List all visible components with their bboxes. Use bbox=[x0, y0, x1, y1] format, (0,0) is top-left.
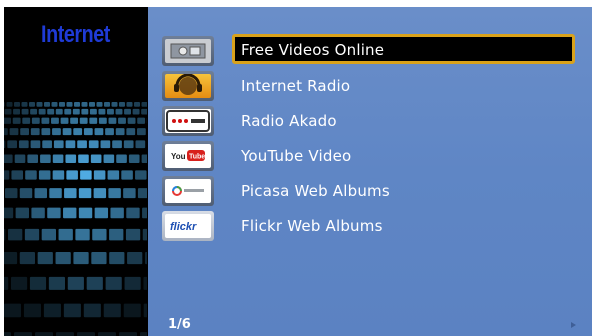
media-player-screen: Internet Free Videos Online Internet Rad… bbox=[4, 7, 592, 336]
menu-item-free-videos-online[interactable]: Free Videos Online bbox=[148, 34, 592, 68]
page-indicator: 1/6 bbox=[168, 317, 191, 332]
menu-item-youtube-video[interactable]: You Tube YouTube Video bbox=[148, 139, 592, 173]
scroll-right-icon bbox=[571, 322, 576, 328]
radio-akado-icon bbox=[162, 106, 214, 136]
svg-text:Tube: Tube bbox=[189, 154, 205, 161]
svg-text:flickr: flickr bbox=[170, 221, 197, 233]
menu-item-label: YouTube Video bbox=[241, 147, 352, 165]
menu-panel: Free Videos Online Internet Radio Radio … bbox=[148, 7, 592, 336]
tile-wall-graphic bbox=[4, 7, 147, 336]
free-videos-icon bbox=[162, 36, 214, 66]
left-panel: Internet bbox=[4, 7, 147, 336]
menu-item-label: Flickr Web Albums bbox=[241, 217, 383, 235]
menu-item-label: Free Videos Online bbox=[241, 41, 385, 59]
youtube-icon: You Tube bbox=[162, 141, 214, 171]
menu-item-picasa-web-albums[interactable]: Picasa Web Albums bbox=[148, 174, 592, 208]
menu-item-internet-radio[interactable]: Internet Radio bbox=[148, 69, 592, 103]
flickr-icon: flickr bbox=[162, 211, 214, 241]
menu-item-label: Internet Radio bbox=[241, 77, 351, 95]
menu-item-flickr-web-albums[interactable]: flickr Flickr Web Albums bbox=[148, 209, 592, 243]
menu-item-label: Radio Akado bbox=[241, 112, 337, 130]
section-title: Internet bbox=[41, 21, 110, 48]
menu-item-label: Picasa Web Albums bbox=[241, 182, 390, 200]
svg-text:You: You bbox=[171, 152, 186, 161]
internet-radio-icon bbox=[162, 71, 214, 101]
menu-item-radio-akado[interactable]: Radio Akado bbox=[148, 104, 592, 138]
picasa-icon bbox=[162, 176, 214, 206]
